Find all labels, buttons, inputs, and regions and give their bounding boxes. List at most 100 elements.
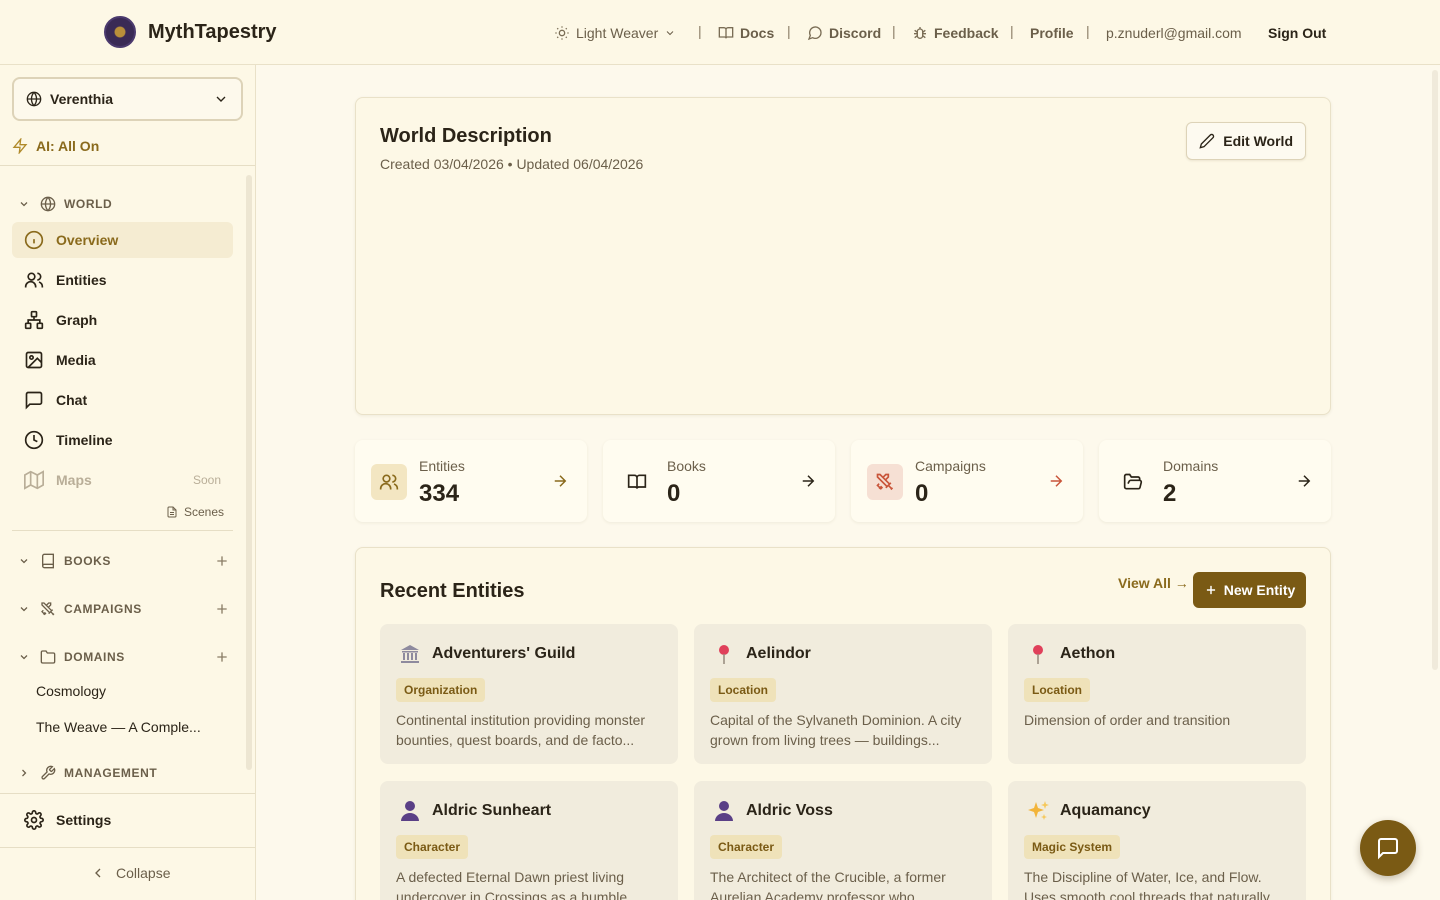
entity-description: A defected Eternal Dawn priest living un…	[396, 869, 639, 900]
nav-chat[interactable]: Chat	[12, 382, 233, 418]
nav-graph[interactable]: Graph	[12, 302, 233, 338]
entity-card[interactable]: Aelindor Location Capital of the Sylvane…	[694, 624, 992, 764]
entity-description: The Architect of the Crucible, a former …	[710, 869, 946, 900]
world-dates: Created 03/04/2026 • Updated 06/04/2026	[380, 156, 644, 172]
entity-card[interactable]: Aldric Voss Character The Architect of t…	[694, 781, 992, 900]
sign-out-button[interactable]: Sign Out	[1268, 23, 1326, 43]
stat-campaigns[interactable]: Campaigns 0	[851, 440, 1083, 522]
stat-books[interactable]: Books 0	[603, 440, 835, 522]
entity-card[interactable]: Aquamancy Magic System The Discipline of…	[1008, 781, 1306, 900]
section-world[interactable]: WORLD	[18, 196, 112, 212]
entity-card[interactable]: Aldric Sunheart Character A defected Ete…	[380, 781, 678, 900]
bank-icon	[401, 645, 419, 663]
brand-name[interactable]: MythTapestry	[148, 21, 277, 44]
domain-item[interactable]: Cosmology	[36, 683, 106, 699]
swords-icon	[41, 602, 55, 616]
entity-card[interactable]: Adventurers' Guild Organization Continen…	[380, 624, 678, 764]
section-campaigns-label: CAMPAIGNS	[64, 602, 142, 616]
sun-icon	[555, 26, 569, 40]
recent-entities-card: Recent Entities View All → New Entity Ad…	[355, 547, 1331, 900]
nav-overview[interactable]: Overview	[12, 222, 233, 258]
stat-label: Books	[667, 458, 706, 474]
stat-value: 334	[419, 480, 460, 507]
stat-domains[interactable]: Domains 2	[1099, 440, 1331, 522]
stat-entities[interactable]: Entities 334	[355, 440, 587, 522]
clock-icon	[24, 430, 44, 450]
section-books-label: BOOKS	[64, 554, 112, 568]
nav-entities[interactable]: Entities	[12, 262, 233, 298]
sparkles-icon	[1028, 801, 1049, 820]
section-domains[interactable]: DOMAINS	[18, 649, 125, 665]
recent-entities-title: Recent Entities	[380, 580, 525, 602]
nav-scenes[interactable]: Scenes	[166, 505, 224, 519]
pencil-icon	[1199, 133, 1215, 149]
theme-selector[interactable]: Light Weaver	[554, 23, 676, 43]
world-selector[interactable]: Verenthia	[12, 77, 243, 121]
arrow-right-icon	[802, 475, 815, 487]
page-scrollbar[interactable]	[1432, 70, 1438, 670]
nav-maps-label: Maps	[56, 472, 92, 488]
globe-icon	[40, 196, 56, 212]
entity-card[interactable]: Aethon Location Dimension of order and t…	[1008, 624, 1306, 764]
entity-description: The Discipline of Water, Ice, and Flow. …	[1024, 869, 1270, 900]
book-icon	[42, 553, 54, 569]
stat-icon-box	[1115, 464, 1151, 500]
entity-name: Aethon	[1060, 645, 1116, 662]
chevron-down-icon	[20, 607, 28, 612]
sidebar-scrollbar[interactable]	[246, 175, 252, 770]
discord-link[interactable]: Discord	[807, 23, 881, 43]
section-campaigns[interactable]: CAMPAIGNS	[18, 601, 142, 617]
collapse-button[interactable]: Collapse	[90, 865, 170, 881]
nav-separator: |	[1010, 23, 1014, 39]
folder-open-icon	[1123, 473, 1143, 490]
add-domain-icon[interactable]	[214, 649, 230, 665]
chevron-down-icon	[20, 559, 28, 564]
book-open-icon	[718, 27, 734, 39]
entity-type-badge: Location	[710, 678, 776, 702]
feedback-link[interactable]: Feedback	[912, 23, 999, 43]
nav-entities-label: Entities	[56, 272, 107, 288]
docs-link[interactable]: Docs	[718, 23, 774, 43]
new-entity-button[interactable]: New Entity	[1193, 572, 1306, 608]
arrow-right-icon	[1050, 475, 1063, 487]
add-campaign-icon[interactable]	[214, 601, 230, 617]
entity-type-badge: Character	[710, 835, 783, 859]
nav-separator: |	[892, 23, 896, 39]
stat-value: 0	[915, 480, 929, 507]
feedback-label: Feedback	[934, 25, 999, 41]
network-icon	[24, 310, 44, 330]
message-square-icon	[25, 391, 43, 410]
nav-timeline[interactable]: Timeline	[12, 422, 233, 458]
view-all-link[interactable]: View All →	[1118, 575, 1189, 591]
stat-icon-box	[619, 464, 655, 500]
section-management[interactable]: MANAGEMENT	[18, 765, 157, 781]
entity-name: Aldric Voss	[746, 802, 833, 819]
world-name: Verenthia	[50, 91, 114, 107]
section-books[interactable]: BOOKS	[18, 553, 111, 569]
pin-icon	[1033, 645, 1043, 664]
nav-media[interactable]: Media	[12, 342, 233, 378]
edit-world-button[interactable]: Edit World	[1186, 122, 1306, 160]
chat-fab-button[interactable]	[1360, 820, 1416, 876]
stat-value: 2	[1163, 480, 1177, 507]
arrow-right-icon	[554, 475, 567, 487]
nav-separator: |	[1086, 23, 1090, 39]
chevron-right-icon	[22, 769, 27, 777]
add-book-icon[interactable]	[214, 553, 230, 569]
nav-separator: |	[698, 23, 702, 39]
theme-label: Light Weaver	[576, 25, 659, 41]
logo-icon[interactable]	[104, 16, 136, 48]
domain-item[interactable]: The Weave — A Comple...	[36, 719, 201, 735]
user-email: p.znuderl@gmail.com	[1106, 25, 1242, 41]
nav-chat-label: Chat	[56, 392, 88, 408]
profile-link[interactable]: Profile	[1030, 23, 1074, 43]
info-icon	[24, 230, 44, 250]
person-icon	[401, 801, 419, 821]
ai-toggle[interactable]: AI: All On	[12, 138, 99, 154]
nav-media-label: Media	[56, 352, 96, 368]
entity-type-badge: Character	[396, 835, 469, 859]
swords-icon	[876, 473, 894, 491]
globe-icon	[26, 91, 42, 107]
image-icon	[25, 351, 43, 369]
settings-button[interactable]: Settings	[24, 810, 111, 830]
